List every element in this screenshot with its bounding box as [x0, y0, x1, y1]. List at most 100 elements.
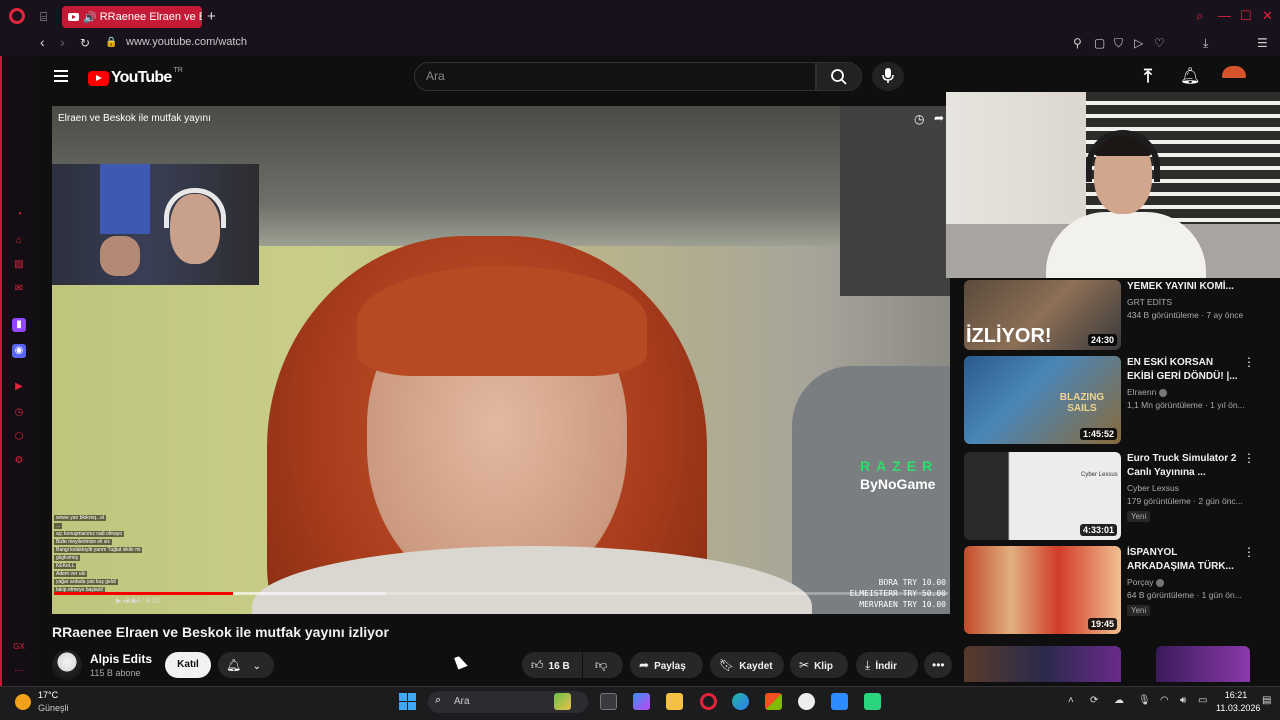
- recommendation-item[interactable]: BLAZING SAILS 1:45:52 EN ESKİ KORSAN EKİ…: [964, 356, 1264, 446]
- search-button[interactable]: [816, 62, 862, 91]
- recommendation-thumbnail[interactable]: [964, 646, 1121, 682]
- new-tab-button[interactable]: +: [207, 8, 216, 25]
- copilot-icon[interactable]: [633, 693, 650, 710]
- workspace-icon[interactable]: ⌸: [40, 10, 47, 25]
- notifications-bell-icon[interactable]: 🔔︎: [1180, 66, 1200, 86]
- recommendation-channel[interactable]: Porçay: [1127, 577, 1242, 587]
- shield-icon[interactable]: ⛉: [1114, 36, 1123, 51]
- recommendation-thumbnail[interactable]: İZLİYOR! 24:30: [964, 280, 1121, 350]
- notification-center-icon[interactable]: ▤: [1262, 695, 1271, 706]
- recommendation-title[interactable]: YEMEK YAYINI KOMİ...: [1127, 280, 1242, 294]
- sync-icon[interactable]: ⟳: [1090, 695, 1098, 706]
- address-bar-url[interactable]: www.youtube.com/watch: [126, 36, 247, 48]
- recommendation-thumbnail[interactable]: Cyber Lexsus 4:33:01: [964, 452, 1121, 540]
- recommendation-thumbnail[interactable]: [1156, 646, 1250, 682]
- store-icon[interactable]: [765, 693, 782, 710]
- sun-icon[interactable]: [15, 694, 31, 710]
- recommendation-item[interactable]: [964, 646, 1264, 682]
- wifi-icon[interactable]: ◠: [1160, 695, 1169, 706]
- back-icon[interactable]: ‹: [40, 34, 45, 50]
- youtube-logo[interactable]: YouTube TR: [88, 67, 183, 87]
- twitch-icon[interactable]: ▮: [12, 318, 26, 332]
- dislike-button[interactable]: 👎︎: [583, 652, 623, 678]
- more-vertical-icon[interactable]: ⋮: [1243, 452, 1255, 464]
- edge-icon[interactable]: [732, 693, 749, 710]
- like-button[interactable]: 👍︎ 16 B: [522, 652, 582, 678]
- pin-icon[interactable]: ⚲: [1073, 36, 1082, 50]
- recommendation-title[interactable]: Euro Truck Simulator 2 Canlı Yayınına ..…: [1127, 452, 1242, 480]
- player-icon[interactable]: ▷: [1134, 36, 1143, 50]
- clock-date[interactable]: 11.03.2026: [1216, 703, 1260, 713]
- channel-name[interactable]: Alpis Edits: [90, 652, 152, 666]
- recommendation-item[interactable]: Cyber Lexsus 4:33:01 Euro Truck Simulato…: [964, 452, 1264, 542]
- heart-icon[interactable]: ♡: [1154, 36, 1165, 50]
- clock-time[interactable]: 16:21: [1216, 690, 1256, 700]
- sidebar-mail-icon[interactable]: ✉: [12, 282, 26, 296]
- join-button[interactable]: Katıl: [165, 652, 211, 678]
- chevron-up-icon[interactable]: ˄: [1068, 695, 1074, 706]
- recommendation-channel[interactable]: Elraenn: [1127, 387, 1242, 397]
- mic-icon[interactable]: 🎙︎: [1138, 695, 1151, 706]
- recommendation-title[interactable]: İSPANYOL ARKADAŞIMA TÜRK...: [1127, 546, 1242, 574]
- recommendation-thumbnail[interactable]: BLAZING SAILS 1:45:52: [964, 356, 1121, 444]
- share-button[interactable]: ➦ Paylaş: [630, 652, 703, 678]
- sidebar-clock-icon[interactable]: ◷: [12, 406, 26, 420]
- file-explorer-icon[interactable]: [666, 693, 683, 710]
- app-icon[interactable]: [864, 693, 881, 710]
- more-vertical-icon[interactable]: ⋮: [1243, 356, 1255, 368]
- youtube-play-icon: [88, 70, 109, 86]
- upload-icon[interactable]: ⤒: [1144, 66, 1152, 87]
- video-player[interactable]: Elraen ve Beskok ile mutfak yayını ◷ ➦ w…: [52, 106, 950, 614]
- download-button[interactable]: ⤓ İndir: [856, 652, 918, 678]
- sidebar-settings-icon[interactable]: ⚙: [12, 454, 26, 468]
- subscription-notification-button[interactable]: 🔔︎ ⌄: [218, 652, 274, 678]
- recommendation-thumbnail[interactable]: 19:45: [964, 546, 1121, 634]
- sidebar-extensions-icon[interactable]: ⬡: [12, 430, 26, 444]
- opera-logo-icon[interactable]: [9, 8, 25, 24]
- opera-gx-icon[interactable]: [700, 693, 717, 710]
- search-input[interactable]: Ara: [414, 62, 816, 91]
- chrome-icon[interactable]: [798, 693, 815, 710]
- task-view-icon[interactable]: [600, 693, 617, 710]
- menu-icon[interactable]: ☰: [1257, 36, 1268, 50]
- guide-menu-icon[interactable]: [54, 70, 68, 82]
- start-button[interactable]: [399, 693, 416, 710]
- sidebar-player-icon[interactable]: ▶: [12, 380, 26, 394]
- maximize-button[interactable]: ☐: [1240, 8, 1252, 24]
- sidebar-history-icon[interactable]: ◔: [12, 208, 26, 222]
- browser-tab-active[interactable]: 🔊 RRaenee Elraen ve Bes: [62, 6, 202, 28]
- forward-icon[interactable]: ›: [60, 34, 65, 50]
- voice-search-button[interactable]: [872, 62, 904, 91]
- more-actions-button[interactable]: •••: [924, 652, 952, 678]
- account-avatar[interactable]: [1222, 66, 1246, 78]
- snapshot-icon[interactable]: ▢: [1094, 36, 1105, 50]
- sidebar-more-icon[interactable]: …: [12, 662, 26, 676]
- video-progress-bar[interactable]: [54, 592, 948, 595]
- watch-later-icon[interactable]: ◷: [914, 112, 924, 126]
- volume-icon[interactable]: 🔊︎: [1180, 695, 1186, 706]
- reload-icon[interactable]: ↻: [80, 36, 90, 50]
- discord-icon[interactable]: ◉: [12, 344, 26, 358]
- zoom-icon[interactable]: [831, 693, 848, 710]
- clip-button[interactable]: ✂ Klip: [790, 652, 848, 678]
- sidebar-gx-icon[interactable]: ▨: [12, 258, 26, 272]
- recommendation-channel[interactable]: GRT EDİTS: [1127, 297, 1242, 307]
- sound-icon[interactable]: 🔊: [83, 11, 97, 24]
- save-button[interactable]: 🔖︎ Kaydet: [710, 652, 784, 678]
- weather-description[interactable]: Güneşli: [38, 703, 69, 713]
- recommendation-item[interactable]: 19:45 İSPANYOL ARKADAŞIMA TÜRK... Porçay…: [964, 546, 1264, 636]
- recommendation-channel[interactable]: Cyber Lexsus: [1127, 483, 1242, 493]
- battery-icon[interactable]: ▭: [1198, 695, 1207, 706]
- recommendation-title[interactable]: EN ESKİ KORSAN EKİBİ GERİ DÖNDÜ! |...: [1127, 356, 1242, 384]
- more-vertical-icon[interactable]: ⋮: [1243, 546, 1255, 558]
- close-window-button[interactable]: ✕: [1262, 8, 1273, 24]
- channel-avatar[interactable]: [52, 650, 82, 680]
- weather-temperature[interactable]: 17°C: [38, 690, 58, 700]
- download-icon[interactable]: ⤓: [1203, 36, 1208, 51]
- bell-icon: 🔔︎: [226, 658, 242, 672]
- sidebar-shop-icon[interactable]: ⌂: [12, 234, 26, 248]
- search-tabs-icon[interactable]: ⌕: [1196, 8, 1203, 24]
- minimize-button[interactable]: —: [1218, 8, 1231, 23]
- cloud-icon[interactable]: ☁: [1114, 695, 1124, 706]
- share-overlay-icon[interactable]: ➦: [934, 111, 944, 125]
